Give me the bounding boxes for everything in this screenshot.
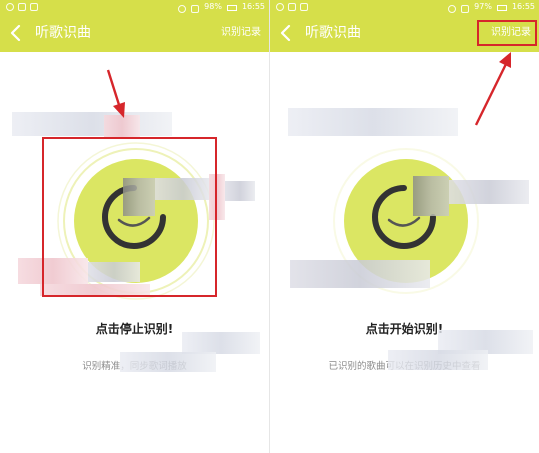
blurred-text (120, 352, 216, 372)
blurred-text (104, 115, 140, 137)
screen-recognizing: 98% 16:55 听歌识曲 识别记录 点击停止识别! 识别精准，同步歌词播放 (0, 0, 269, 453)
battery-level: 98% (204, 2, 222, 11)
blurred-text (182, 332, 260, 354)
page-title: 听歌识曲 (305, 25, 361, 41)
blurred-text (388, 350, 488, 370)
battery-icon (226, 4, 237, 11)
clock: 16:55 (511, 2, 535, 11)
app-icon (18, 3, 26, 11)
annotation-highlight-box (42, 137, 217, 297)
history-button[interactable]: 识别记录 (221, 14, 261, 52)
blurred-text (12, 112, 172, 136)
back-icon[interactable] (279, 25, 293, 41)
back-icon[interactable] (9, 25, 23, 41)
battery-icon (496, 4, 507, 11)
signal-icon (191, 4, 200, 13)
blurred-text (288, 108, 458, 136)
clock: 16:55 (241, 2, 265, 11)
blurred-overlay (290, 260, 430, 288)
image-icon (30, 3, 38, 11)
notification-icon (6, 3, 14, 11)
blurred-overlay (413, 176, 449, 216)
app-bar: 听歌识曲 识别记录 (0, 14, 269, 52)
annotation-highlight-box (477, 20, 537, 46)
blurred-overlay (449, 180, 529, 204)
image-icon (300, 3, 308, 11)
status-bar: 98% 16:55 (0, 0, 269, 14)
page-title: 听歌识曲 (35, 25, 91, 41)
signal-icon (461, 4, 470, 13)
notification-icon (276, 3, 284, 11)
screen-idle: 97% 16:55 听歌识曲 识别记录 点击开始识别! 已识别的歌曲可以在识别历… (270, 0, 539, 453)
status-bar: 97% 16:55 (270, 0, 539, 14)
alarm-icon (448, 4, 457, 13)
battery-level: 97% (474, 2, 492, 11)
blurred-overlay (225, 181, 255, 201)
alarm-icon (178, 4, 187, 13)
app-icon (288, 3, 296, 11)
